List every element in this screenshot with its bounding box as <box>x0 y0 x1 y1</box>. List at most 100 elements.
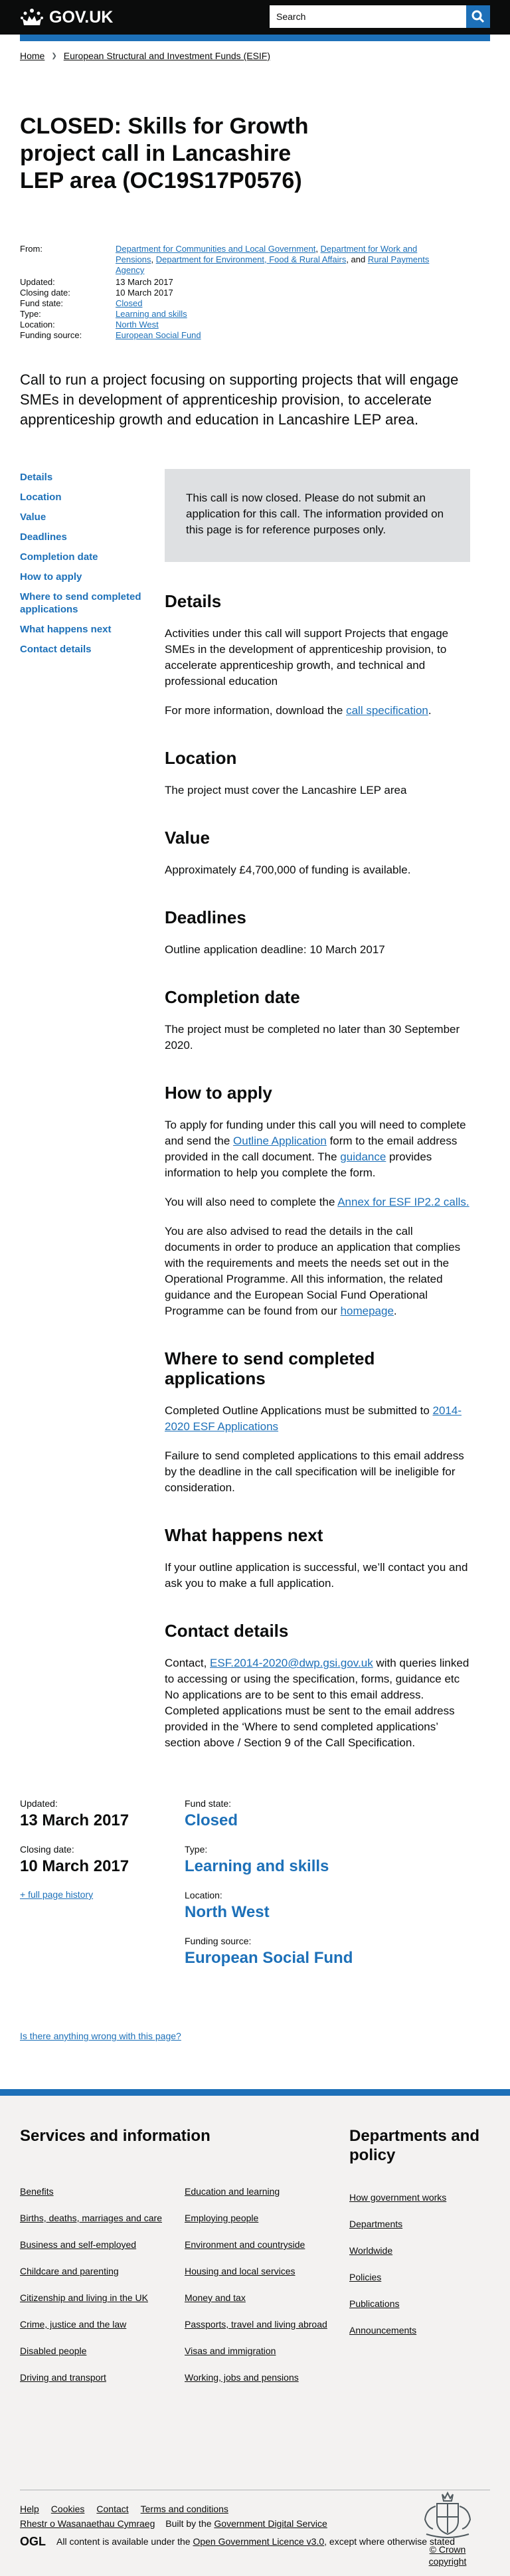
link-dclg[interactable]: Department for Communities and Local Gov… <box>116 244 315 254</box>
location-p: The project must cover the Lancashire LE… <box>165 784 407 796</box>
fm-closing-label: Closing date: <box>20 1844 74 1855</box>
link-contact-email[interactable]: ESF.2014-2020@dwp.gsi.gov.uk <box>210 1657 373 1669</box>
fm-type-link[interactable]: Learning and skills <box>185 1857 329 1875</box>
footer-link-cookies[interactable]: Cookies <box>51 2504 85 2514</box>
header-blue-bar <box>20 35 490 41</box>
meta-closing-label: Closing date: <box>20 288 70 298</box>
contents-link-deadlines[interactable]: Deadlines <box>20 531 67 543</box>
footer-link-births[interactable]: Births, deaths, marriages and care <box>20 2213 162 2223</box>
link-call-specification[interactable]: call specification <box>346 704 428 717</box>
footer-link-education[interactable]: Education and learning <box>185 2186 280 2197</box>
footer-link-childcare[interactable]: Childcare and parenting <box>20 2266 119 2276</box>
footer-link-contact[interactable]: Contact <box>96 2504 128 2514</box>
footer-link-announcements[interactable]: Announcements <box>349 2325 416 2336</box>
main-content: This call is now closed. Please do not s… <box>165 469 470 1764</box>
footer-link-gds[interactable]: Government Digital Service <box>214 2518 327 2529</box>
metadata: From: Department for Communities and Loc… <box>20 244 510 341</box>
contents-link-apply[interactable]: How to apply <box>20 571 82 583</box>
ogl-logo-icon: OGL <box>20 2535 46 2548</box>
link-guidance[interactable]: guidance <box>340 1150 386 1163</box>
content-columns: Details Location Value Deadlines Complet… <box>0 469 510 1764</box>
contents-link-location[interactable]: Location <box>20 492 62 503</box>
heading-contact: Contact details <box>165 1621 289 1641</box>
footer-link-disabled[interactable]: Disabled people <box>20 2346 86 2356</box>
meta-type-label: Type: <box>20 309 41 319</box>
footer-link-citizenship[interactable]: Citizenship and living in the UK <box>20 2292 148 2303</box>
footer-link-policies[interactable]: Policies <box>349 2272 381 2282</box>
meta-type-link[interactable]: Learning and skills <box>116 309 187 319</box>
heading-completion: Completion date <box>165 987 300 1007</box>
crown-copyright-link[interactable]: © Crown copyright <box>429 2544 467 2567</box>
fm-location-link[interactable]: North West <box>185 1903 270 1921</box>
chevron-right-icon: ❯ <box>51 52 57 60</box>
contents-link-details[interactable]: Details <box>20 472 52 483</box>
royal-coat-of-arms-icon <box>424 2491 471 2538</box>
meta-updated-value: 13 March 2017 <box>116 277 173 287</box>
meta-closing: Closing date: 10 March 2017 <box>20 288 510 298</box>
meta-updated-label: Updated: <box>20 277 55 287</box>
contents-link-completion[interactable]: Completion date <box>20 551 98 563</box>
contents-link-next[interactable]: What happens next <box>20 624 112 635</box>
contact-p: Contact, ESF.2014-2020@dwp.gsi.gov.uk wi… <box>165 1657 469 1749</box>
link-defra[interactable]: Department for Environment, Food & Rural… <box>156 254 347 264</box>
heading-send: Where to send completed applications <box>165 1348 375 1388</box>
value-p: Approximately £4,700,000 of funding is a… <box>165 864 411 876</box>
meta-funding: Funding source: European Social Fund <box>20 330 510 341</box>
meta-type: Type: Learning and skills <box>20 309 510 320</box>
contents-link-send[interactable]: Where to send completed applications <box>20 591 141 615</box>
breadcrumb: Home ❯ European Structural and Investmen… <box>0 50 510 61</box>
govuk-logo[interactable]: GOV.UK <box>20 5 113 29</box>
footer-link-passports[interactable]: Passports, travel and living abroad <box>185 2319 327 2330</box>
departments-section: Departments and policy How government wo… <box>349 2126 490 2398</box>
built-by-text: Built by the <box>165 2518 214 2529</box>
meta-from-value: Department for Communities and Local Gov… <box>116 244 430 275</box>
footer-link-business[interactable]: Business and self-employed <box>20 2239 136 2250</box>
footer-link-publications[interactable]: Publications <box>349 2298 400 2309</box>
search-button[interactable] <box>466 5 490 28</box>
fm-fund-state-label: Fund state: <box>185 1798 232 1809</box>
footer-link-driving[interactable]: Driving and transport <box>20 2372 106 2383</box>
footer-link-employing[interactable]: Employing people <box>185 2213 258 2223</box>
heading-apply: How to apply <box>165 1083 272 1103</box>
meta-location-link[interactable]: North West <box>116 320 159 329</box>
link-homepage[interactable]: homepage <box>341 1305 394 1317</box>
footer-link-money[interactable]: Money and tax <box>185 2292 246 2303</box>
full-history-link[interactable]: + full page history <box>20 1889 93 1900</box>
fm-fund-state-link[interactable]: Closed <box>185 1811 238 1829</box>
fm-funding-link[interactable]: European Social Fund <box>185 1949 353 1967</box>
footer-link-welsh[interactable]: Rhestr o Wasanaethau Cymraeg <box>20 2518 155 2529</box>
contents-link-contact[interactable]: Contact details <box>20 644 92 655</box>
footer-link-benefits[interactable]: Benefits <box>20 2186 54 2197</box>
breadcrumb-esif[interactable]: European Structural and Investment Funds… <box>64 50 270 61</box>
footer-link-visas[interactable]: Visas and immigration <box>185 2346 276 2356</box>
footer-link-environment[interactable]: Environment and countryside <box>185 2239 305 2250</box>
footer-link-help[interactable]: Help <box>20 2504 39 2514</box>
meta-location: Location: North West <box>20 320 510 330</box>
meta-closing-value: 10 March 2017 <box>116 288 173 298</box>
contents-nav: Details Location Value Deadlines Complet… <box>0 471 165 1764</box>
footer-link-how-government-works[interactable]: How government works <box>349 2192 446 2203</box>
breadcrumb-home[interactable]: Home <box>20 50 44 61</box>
footer-link-terms[interactable]: Terms and conditions <box>141 2504 228 2514</box>
apply-p2: You will also need to complete the Annex… <box>165 1196 469 1208</box>
footer-link-housing[interactable]: Housing and local services <box>185 2266 296 2276</box>
link-outline-application[interactable]: Outline Application <box>233 1135 327 1147</box>
contents-link-value[interactable]: Value <box>20 511 46 523</box>
meta-fund-state-link[interactable]: Closed <box>116 298 142 308</box>
meta-updated: Updated: 13 March 2017 <box>20 277 510 288</box>
meta-funding-link[interactable]: European Social Fund <box>116 330 201 340</box>
fm-updated-label: Updated: <box>20 1798 58 1809</box>
report-problem-link[interactable]: Is there anything wrong with this page? <box>20 2031 181 2041</box>
fm-closing-value: 10 March 2017 <box>20 1857 129 1875</box>
search-input[interactable] <box>270 5 466 28</box>
meta-location-label: Location: <box>20 320 55 329</box>
link-annex[interactable]: Annex for ESF IP2.2 calls. <box>337 1196 469 1208</box>
footer-link-worldwide[interactable]: Worldwide <box>349 2245 392 2256</box>
footer-link-crime[interactable]: Crime, justice and the law <box>20 2319 126 2330</box>
meta-funding-label: Funding source: <box>20 330 82 340</box>
heading-location: Location <box>165 748 237 768</box>
footer-link-working[interactable]: Working, jobs and pensions <box>185 2372 299 2383</box>
services-col-2: Education and learning Employing people … <box>185 2185 349 2398</box>
footer-link-departments[interactable]: Departments <box>349 2219 402 2229</box>
footer-link-ogl[interactable]: Open Government Licence v3.0 <box>193 2536 324 2547</box>
